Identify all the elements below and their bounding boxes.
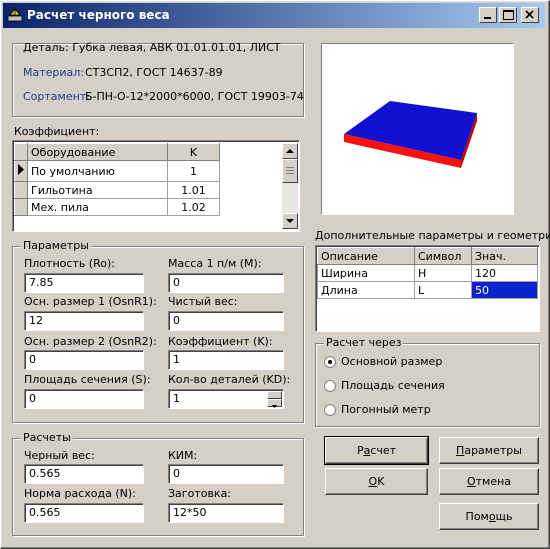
minimize-icon [484,17,491,19]
osn2-input[interactable]: 0 [24,350,144,370]
radio-unselected-icon [324,380,336,392]
arrow-up-icon [286,149,294,153]
extra-col-desc[interactable]: Описание [317,247,415,265]
blank-input[interactable]: 12*50 [168,503,284,523]
extra-col-value[interactable]: Знач. [471,247,538,265]
norm-label: Норма расхода (N): [24,487,136,500]
cancel-button[interactable]: Отмена [439,468,539,495]
slab-3d-image [344,101,477,168]
radio-main-size[interactable]: Основной размер [324,354,514,370]
close-icon [525,10,534,19]
coef-cell-name[interactable]: Мех. пила [27,198,168,216]
coef-cell-k[interactable]: 1.01 [167,181,220,199]
radio-linear-meter[interactable]: Погонный метр [324,402,514,418]
sortament-value: Б-ПН-О-12*2000*6000, ГОСТ 19903-74 [85,90,304,103]
radio-label: Погонный метр [341,403,431,416]
params-title: Параметры [21,239,91,252]
area-label: Площадь сечения (S): [24,373,151,386]
radio-label: Основной размер [341,355,443,368]
mass-label: Масса 1 п/м (M): [168,257,262,270]
calc-via-title: Расчет через [324,336,404,349]
osn1-input[interactable]: 12 [24,311,144,331]
coef-header-indicator [14,143,28,161]
help-button[interactable]: Помощь [439,503,539,530]
mass-input[interactable]: 0 [168,273,284,293]
maximize-icon [503,10,514,20]
radio-selected-icon [324,356,336,368]
extra-cell-symbol[interactable]: L [414,281,472,299]
sortament-label: Сортамент: [23,90,90,103]
title-bar[interactable]: Расчет черного веса [3,3,545,28]
coef-title: Коэффициент: [14,125,100,138]
material-label: Материал: [23,66,85,79]
norm-input[interactable]: 0.565 [24,503,144,523]
coef-cell-k[interactable]: 1.02 [167,198,220,216]
results-title: Расчеты [21,431,73,444]
arrow-down-icon [286,219,294,223]
ok-button[interactable]: OK [325,468,428,495]
kim-input[interactable]: 0 [168,464,284,484]
table-row[interactable]: Мех. пила 1.02 [14,198,220,216]
radio-label: Площадь сечения [341,379,445,392]
coefficient-input[interactable]: 1 [168,350,284,370]
extra-cell-desc[interactable]: Ширина [317,264,415,282]
radio-unselected-icon [324,404,336,416]
coef-col-equipment[interactable]: Оборудование [27,143,168,161]
extra-title: Дополнительные параметры и геометрия: [315,229,550,242]
table-row[interactable]: По умолчанию 1 [14,160,220,182]
material-value: СТ3СП2, ГОСТ 14637-89 [85,66,223,79]
density-input[interactable]: 7.85 [24,273,144,293]
arrow-down-icon [272,405,277,408]
detail-label: Деталь: Губка левая, АВК 01.01.01.01, ЛИ… [23,41,281,54]
scroll-thumb[interactable] [282,159,298,183]
window-title: Расчет черного веса [27,8,170,22]
spin-down-button[interactable] [267,399,282,408]
coef-grid[interactable]: Оборудование K По умолчанию 1 Гильотина … [12,140,300,232]
kd-value: 1 [173,392,180,405]
scroll-down-button[interactable] [282,213,298,229]
coef-cell-name[interactable]: Гильотина [27,181,168,199]
table-row[interactable]: Длина L 50 [317,281,538,299]
maximize-button[interactable] [499,7,517,23]
coef-cell-name[interactable]: По умолчанию [27,160,168,182]
extra-cell-value[interactable]: 120 [471,264,538,282]
black-weight-label: Черный вес: [24,449,95,462]
radio-section-area[interactable]: Площадь сечения [324,378,514,394]
area-input[interactable]: 0 [24,389,144,409]
coefficient-label: Коэффициент (K): [168,335,273,348]
osn2-label: Осн. размер 2 (OsnR2): [24,335,157,348]
osn1-label: Осн. размер 1 (OsnR1): [24,295,157,308]
extra-cell-symbol[interactable]: H [414,264,472,282]
black-weight-input[interactable]: 0.565 [24,464,144,484]
clean-weight-input[interactable]: 0 [168,311,284,331]
blank-label: Заготовка: [168,487,232,500]
scroll-up-button[interactable] [282,143,298,159]
minimize-button[interactable] [479,7,497,23]
table-row[interactable]: Гильотина 1.01 [14,181,220,199]
kd-spin-buttons[interactable] [267,391,282,408]
clean-weight-label: Чистый вес: [168,295,238,308]
row-pointer-icon [14,160,28,182]
extra-cell-desc[interactable]: Длина [317,281,415,299]
coef-cell-k[interactable]: 1 [167,160,220,182]
coef-scrollbar[interactable] [282,143,298,229]
spin-up-button[interactable] [267,391,282,401]
calculate-button[interactable]: Расчет [324,436,429,465]
coef-col-k[interactable]: K [167,143,220,161]
close-button[interactable] [521,7,539,23]
density-label: Плотность (Ro): [24,257,115,270]
table-row[interactable]: Ширина H 120 [317,264,538,282]
kd-label: Кол-во деталей (KD): [168,373,291,386]
extra-grid[interactable]: Описание Символ Знач. Ширина H 120 Длина… [315,245,540,332]
kim-label: КИМ: [168,449,198,462]
detail-info-group: Деталь: Губка левая, АВК 01.01.01.01, ЛИ… [12,41,304,117]
app-icon [7,8,23,22]
geometry-preview [321,43,514,215]
extra-col-symbol[interactable]: Символ [414,247,472,265]
extra-cell-value-selected[interactable]: 50 [471,281,538,299]
parameters-button[interactable]: Параметры [439,437,539,464]
